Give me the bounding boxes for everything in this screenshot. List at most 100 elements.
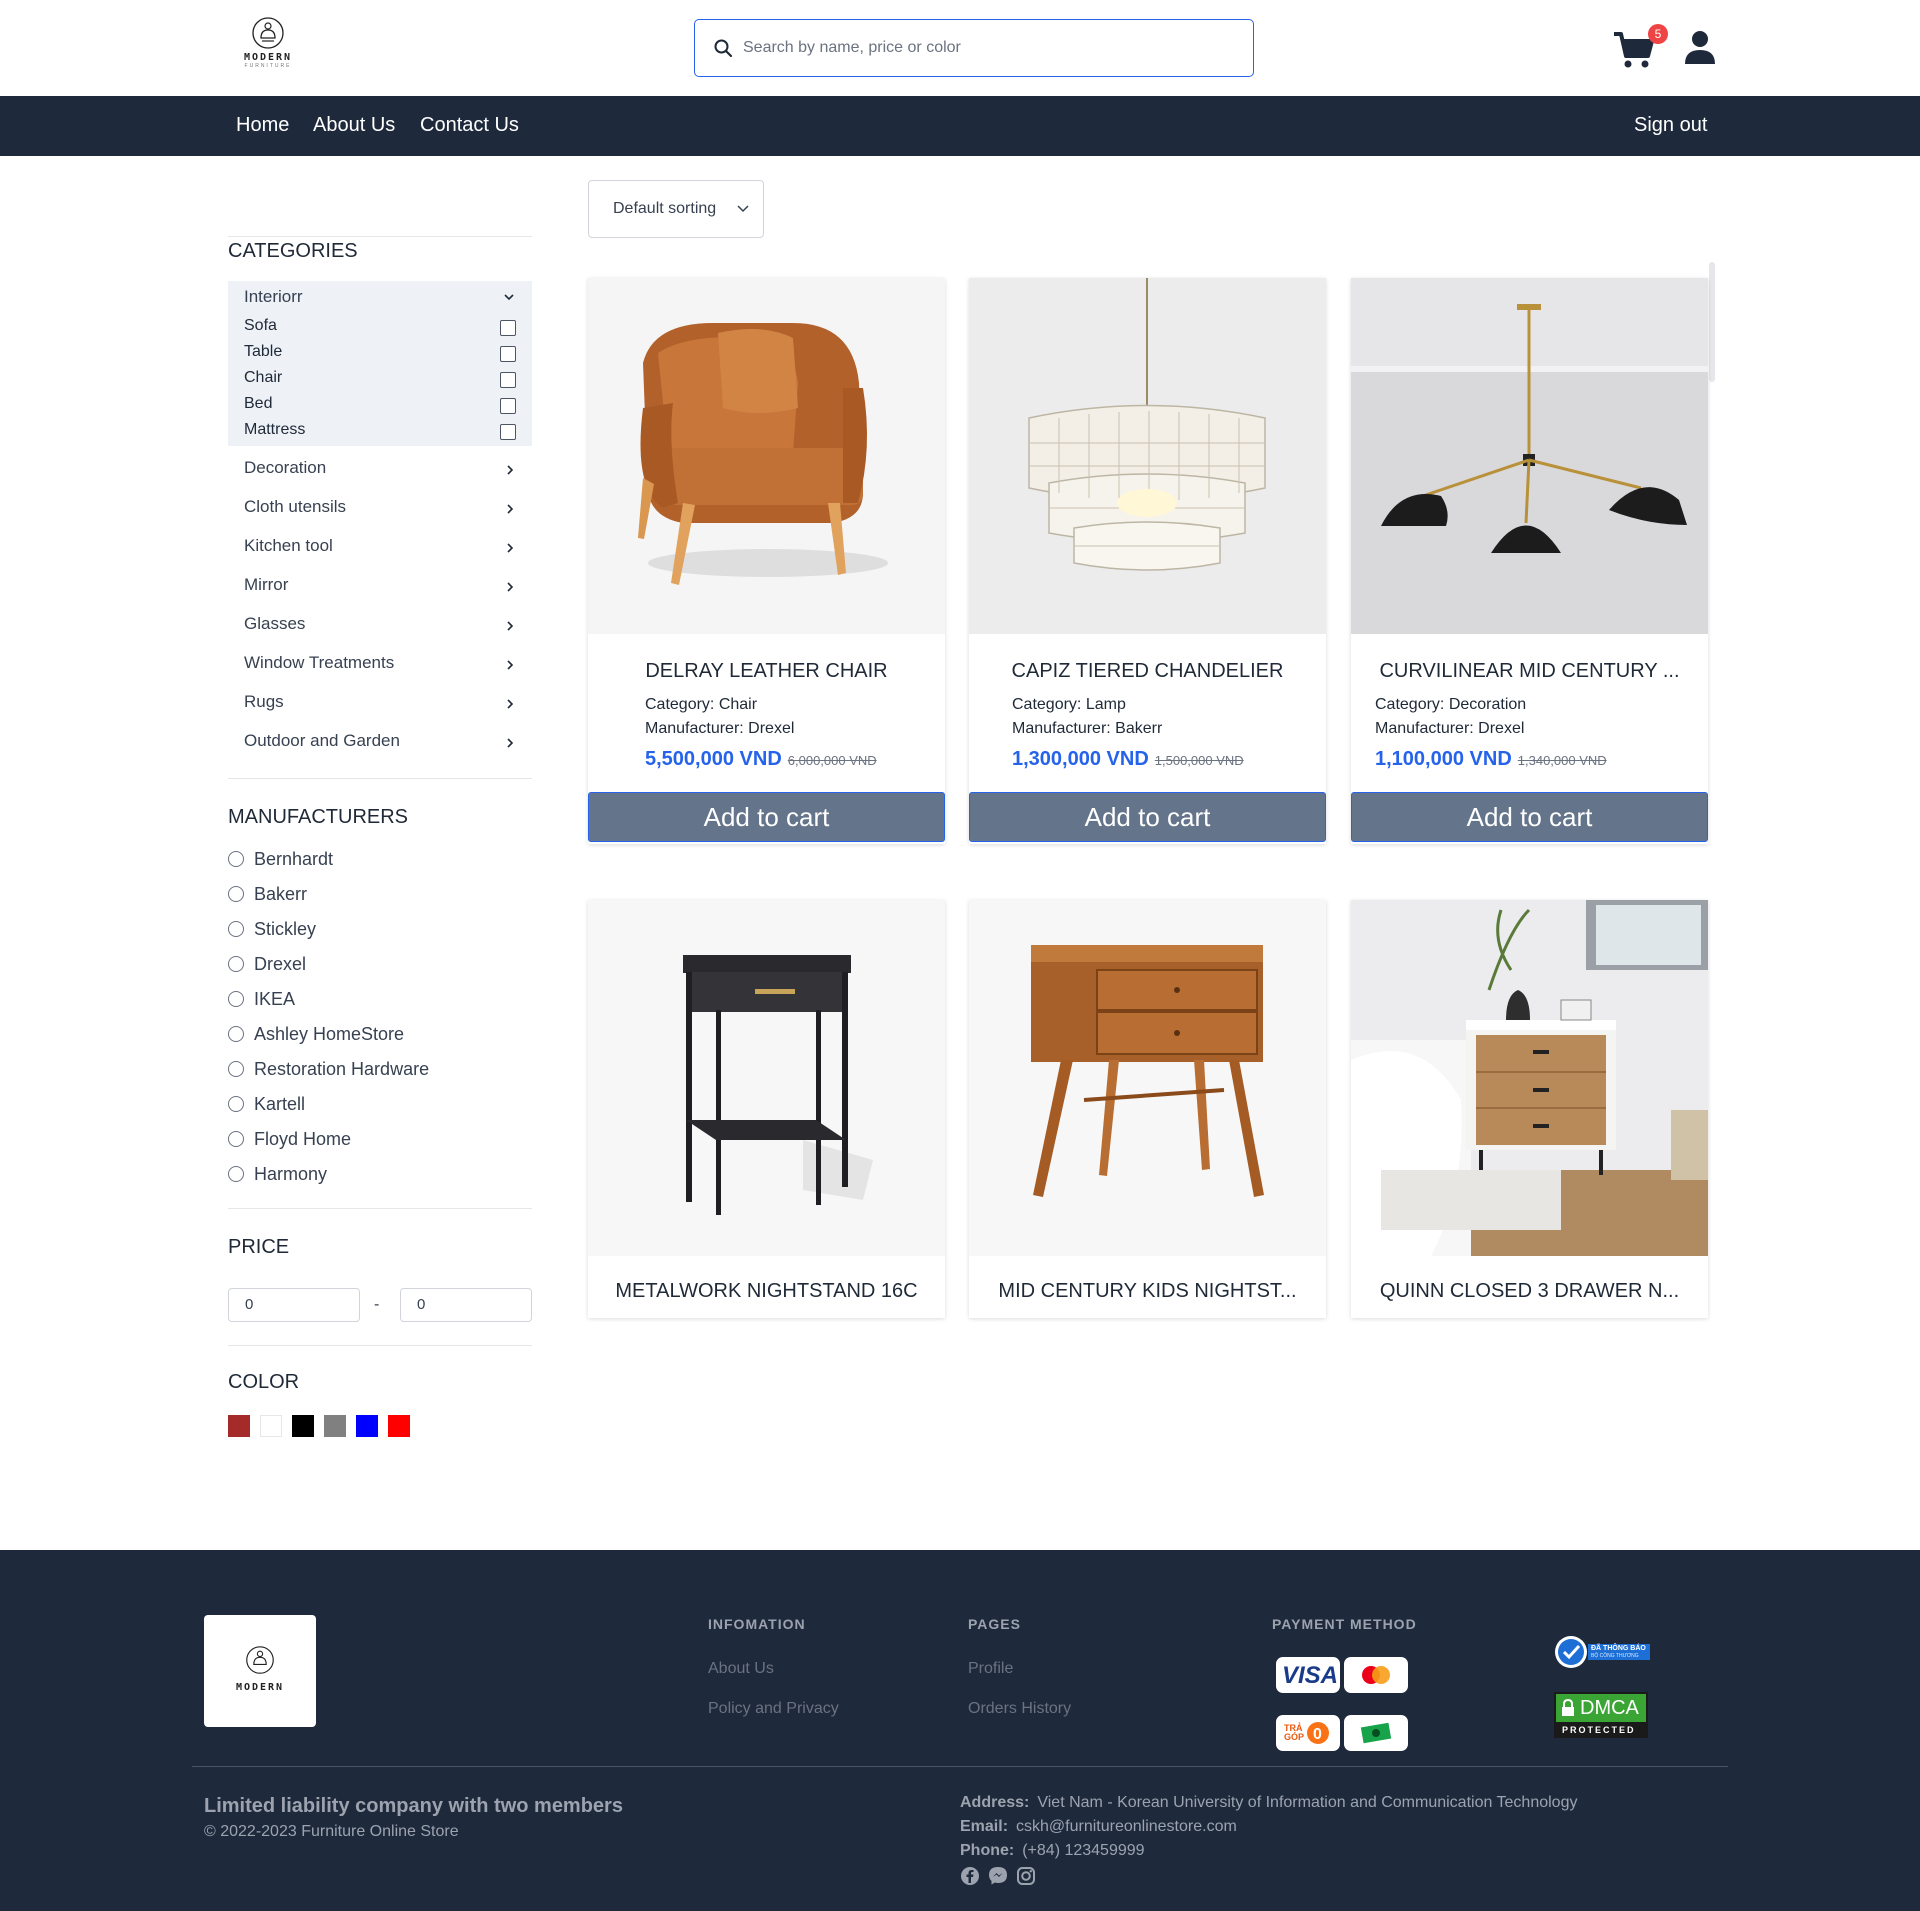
footer-logo[interactable]: MODERN bbox=[204, 1615, 316, 1727]
nav-contact[interactable]: Contact Us bbox=[420, 114, 519, 137]
radio-button[interactable] bbox=[228, 1060, 244, 1077]
drawer-nightstand-image[interactable] bbox=[1351, 900, 1708, 1256]
category-window-treatments[interactable]: Window Treatments bbox=[244, 653, 514, 683]
add-to-cart-button[interactable]: Add to cart bbox=[1351, 792, 1708, 842]
checkbox-sofa[interactable] bbox=[500, 320, 516, 336]
color-swatch-black[interactable] bbox=[292, 1415, 314, 1437]
logo-mark-icon bbox=[246, 1646, 274, 1674]
product-name[interactable]: METALWORK NIGHTSTAND 16C bbox=[588, 1280, 945, 1303]
radio-button[interactable] bbox=[228, 1095, 244, 1112]
product-card[interactable]: CAPIZ TIERED CHANDELIER Category: Lamp M… bbox=[969, 278, 1326, 844]
logo[interactable]: MODERN FURNITURE bbox=[238, 16, 298, 78]
visa-label: VISA bbox=[1282, 1662, 1339, 1689]
color-swatch-white[interactable] bbox=[260, 1415, 282, 1437]
radio-button[interactable] bbox=[228, 885, 244, 902]
radio-button[interactable] bbox=[228, 955, 244, 972]
product-name[interactable]: QUINN CLOSED 3 DRAWER N... bbox=[1351, 1280, 1708, 1303]
checkbox-mattress[interactable] bbox=[500, 424, 516, 440]
sort-select[interactable]: Default sorting bbox=[588, 180, 764, 238]
price-min-input[interactable]: 0 bbox=[228, 1288, 360, 1322]
color-swatch-red[interactable] bbox=[388, 1415, 410, 1437]
metal-nightstand-image[interactable] bbox=[588, 900, 945, 1256]
dmca-badge[interactable]: DMCA PROTECTED bbox=[1554, 1692, 1648, 1738]
category-mirror[interactable]: Mirror bbox=[244, 575, 514, 605]
manufacturer-option[interactable]: Bernhardt bbox=[228, 849, 333, 873]
chandelier-image[interactable] bbox=[969, 278, 1326, 634]
radio-button[interactable] bbox=[228, 850, 244, 867]
checkbox-table[interactable] bbox=[500, 346, 516, 362]
facebook-icon[interactable] bbox=[960, 1866, 980, 1886]
product-card[interactable]: MID CENTURY KIDS NIGHTST... bbox=[969, 900, 1326, 1318]
pendant-lamp-image[interactable] bbox=[1351, 278, 1708, 634]
category-outdoor-garden[interactable]: Outdoor and Garden bbox=[244, 731, 514, 761]
scrollbar[interactable] bbox=[1709, 262, 1715, 382]
instagram-icon[interactable] bbox=[1016, 1866, 1036, 1886]
category-rugs[interactable]: Rugs bbox=[244, 692, 514, 722]
product-name[interactable]: CURVILINEAR MID CENTURY ... bbox=[1351, 660, 1708, 683]
sort-label: Default sorting bbox=[613, 200, 717, 217]
price-max-input[interactable]: 0 bbox=[400, 1288, 532, 1322]
color-swatch-brown[interactable] bbox=[228, 1415, 250, 1437]
divider bbox=[228, 236, 532, 237]
footer-link-orders[interactable]: Orders History bbox=[968, 1700, 1071, 1718]
nav-signout[interactable]: Sign out bbox=[1634, 114, 1707, 137]
manufacturer-label: Ashley HomeStore bbox=[254, 1024, 405, 1044]
phone-value[interactable]: (+84) 123459999 bbox=[1022, 1842, 1144, 1859]
bct-certified-icon[interactable]: ĐÃ THÔNG BÁO BỘ CÔNG THƯƠNG bbox=[1554, 1634, 1650, 1670]
add-to-cart-button[interactable]: Add to cart bbox=[969, 792, 1326, 842]
nav-about[interactable]: About Us bbox=[313, 114, 395, 137]
armchair-image[interactable] bbox=[588, 278, 945, 634]
manufacturer-option[interactable]: Restoration Hardware bbox=[228, 1059, 429, 1083]
email-value[interactable]: cskh@furnitureonlinestore.com bbox=[1016, 1818, 1237, 1835]
color-title: COLOR bbox=[228, 1371, 300, 1393]
chevron-right-icon bbox=[507, 582, 514, 592]
checkbox-chair[interactable] bbox=[500, 372, 516, 388]
radio-button[interactable] bbox=[228, 1130, 244, 1147]
logo-sub: FURNITURE bbox=[244, 63, 292, 69]
category-key: Category: bbox=[1012, 696, 1086, 713]
color-swatch-blue[interactable] bbox=[356, 1415, 378, 1437]
category-interior-label[interactable]: Interiorr bbox=[244, 287, 303, 307]
search-box[interactable] bbox=[694, 19, 1254, 77]
wood-nightstand-image[interactable] bbox=[969, 900, 1326, 1256]
cart-button[interactable]: 5 bbox=[1612, 24, 1668, 72]
manufacturer-option[interactable]: Kartell bbox=[228, 1094, 305, 1118]
manufacturer-option[interactable]: Bakerr bbox=[228, 884, 307, 908]
radio-button[interactable] bbox=[228, 920, 244, 937]
manufacturer-option[interactable]: Harmony bbox=[228, 1164, 327, 1188]
user-icon[interactable] bbox=[1684, 30, 1716, 64]
category-label: Cloth utensils bbox=[244, 497, 347, 516]
installment-label: TRẢ GÓP bbox=[1284, 1723, 1305, 1742]
category-kitchen-tool[interactable]: Kitchen tool bbox=[244, 536, 514, 566]
manufacturer-value: Drexel bbox=[748, 720, 795, 737]
radio-button[interactable] bbox=[228, 1025, 244, 1042]
category-cloth-utensils[interactable]: Cloth utensils bbox=[244, 497, 514, 527]
nav-home[interactable]: Home bbox=[236, 114, 289, 137]
messenger-icon[interactable] bbox=[988, 1866, 1008, 1886]
add-to-cart-button[interactable]: Add to cart bbox=[588, 792, 945, 842]
radio-button[interactable] bbox=[228, 1165, 244, 1182]
search-input[interactable] bbox=[743, 30, 1233, 66]
product-category: Category: Lamp bbox=[1012, 696, 1126, 714]
category-glasses[interactable]: Glasses bbox=[244, 614, 514, 644]
footer-link-profile[interactable]: Profile bbox=[968, 1660, 1013, 1678]
product-card[interactable]: CURVILINEAR MID CENTURY ... Category: De… bbox=[1351, 278, 1708, 844]
product-name[interactable]: MID CENTURY KIDS NIGHTST... bbox=[969, 1280, 1326, 1303]
manufacturer-option[interactable]: Floyd Home bbox=[228, 1129, 351, 1153]
color-swatch-gray[interactable] bbox=[324, 1415, 346, 1437]
product-card[interactable]: QUINN CLOSED 3 DRAWER N... bbox=[1351, 900, 1708, 1318]
product-name[interactable]: CAPIZ TIERED CHANDELIER bbox=[969, 660, 1326, 683]
manufacturer-option[interactable]: Drexel bbox=[228, 954, 306, 978]
product-card[interactable]: METALWORK NIGHTSTAND 16C bbox=[588, 900, 945, 1318]
manufacturer-option[interactable]: IKEA bbox=[228, 989, 295, 1013]
manufacturer-option[interactable]: Stickley bbox=[228, 919, 316, 943]
radio-button[interactable] bbox=[228, 990, 244, 1007]
chevron-down-icon[interactable] bbox=[504, 293, 514, 301]
category-decoration[interactable]: Decoration bbox=[244, 458, 514, 488]
manufacturer-option[interactable]: Ashley HomeStore bbox=[228, 1024, 404, 1048]
footer-link-policy[interactable]: Policy and Privacy bbox=[708, 1700, 839, 1718]
product-name[interactable]: DELRAY LEATHER CHAIR bbox=[588, 660, 945, 683]
checkbox-bed[interactable] bbox=[500, 398, 516, 414]
product-card[interactable]: DELRAY LEATHER CHAIR Category: Chair Man… bbox=[588, 278, 945, 844]
footer-link-about[interactable]: About Us bbox=[708, 1660, 774, 1678]
